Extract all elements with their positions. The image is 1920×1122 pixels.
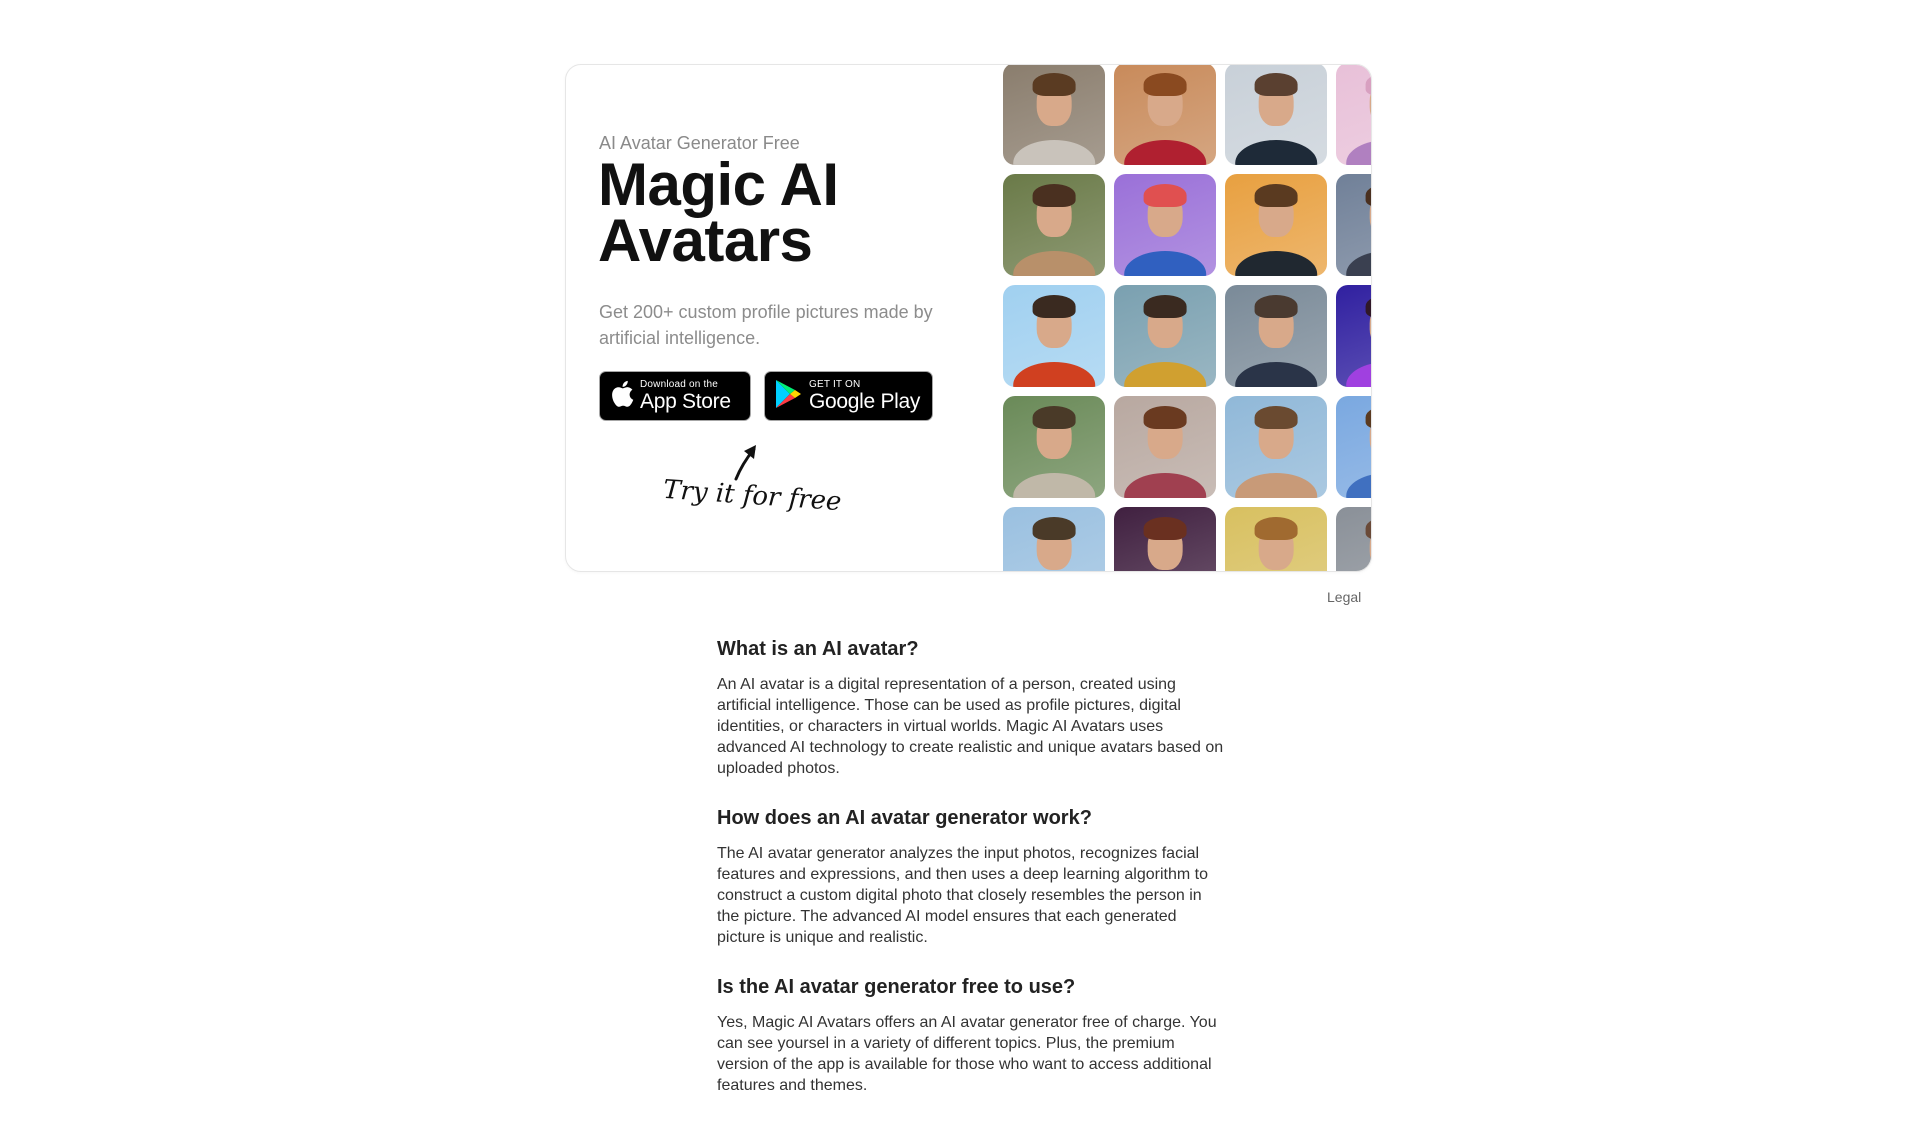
avatar-sunglasses-man	[1225, 65, 1327, 165]
avatar-knight-man	[1003, 65, 1105, 165]
avatar-orange-man	[1225, 174, 1327, 276]
app-store-button[interactable]: Download on the App Store	[599, 371, 751, 421]
avatar-golden-man	[1225, 507, 1327, 571]
google-play-label: Google Play	[809, 390, 921, 413]
faq-item: Is the AI avatar generator free to use? …	[717, 974, 1227, 1096]
avatar-portrait-woman	[1114, 396, 1216, 498]
faq-section: What is an AI avatar? An AI avatar is a …	[717, 636, 1227, 1122]
google-play-button[interactable]: GET IT ON Google Play	[764, 371, 933, 421]
faq-answer: The AI avatar generator analyzes the inp…	[717, 845, 1208, 946]
avatar-smiling-woman	[1114, 65, 1216, 165]
faq-answer: Yes, Magic AI Avatars offers an AI avata…	[717, 1014, 1217, 1094]
avatar-grey-woman	[1336, 507, 1371, 571]
avatar-jungle-man	[1003, 174, 1105, 276]
faq-question: Is the AI avatar generator free to use?	[717, 976, 1076, 998]
avatar-city-woman	[1336, 174, 1371, 276]
avatar-beach-man	[1225, 396, 1327, 498]
faq-item: How does an AI avatar generator work? Th…	[717, 805, 1227, 948]
avatar-blue-suit-man	[1003, 507, 1105, 571]
avatar-sky-man	[1003, 285, 1105, 387]
avatar-pink-woman	[1336, 65, 1371, 165]
avatar-neon-portrait-woman	[1114, 507, 1216, 571]
google-play-small-label: GET IT ON	[809, 379, 861, 390]
avatar-neon-woman	[1336, 285, 1371, 387]
legal-link[interactable]: Legal	[1327, 589, 1361, 605]
try-free-caption: Try it for free	[662, 474, 843, 518]
avatar-rainbow-woman	[1114, 174, 1216, 276]
hero-subtitle: Get 200+ custom profile pictures made by…	[599, 302, 933, 348]
page-title: Magic AI Avatars	[598, 151, 839, 274]
avatar-forest-man	[1003, 396, 1105, 498]
google-play-icon	[775, 379, 803, 414]
faq-answer: An AI avatar is a digital representation…	[717, 676, 1224, 777]
faq-question: What is an AI avatar?	[717, 638, 919, 660]
apple-icon	[610, 380, 634, 413]
avatar-suit-man	[1225, 285, 1327, 387]
faq-item: What is an AI avatar? An AI avatar is a …	[717, 636, 1227, 779]
faq-question: How does an AI avatar generator work?	[717, 807, 1092, 829]
app-store-small-label: Download on the	[640, 379, 719, 390]
app-store-label: App Store	[640, 390, 731, 413]
avatar-curly-woman	[1114, 285, 1216, 387]
avatar-blue-woman	[1336, 396, 1371, 498]
avatar-gallery	[1003, 65, 1371, 571]
hero-card: AI Avatar Generator Free Magic AI Avatar…	[565, 64, 1372, 572]
